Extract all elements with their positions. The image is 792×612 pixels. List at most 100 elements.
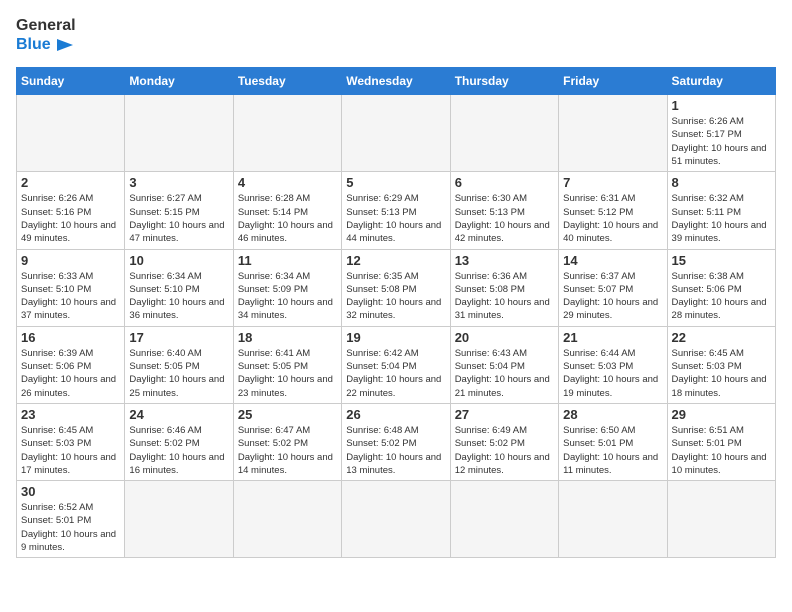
day-number: 17 [129, 330, 228, 345]
weekday-header-thursday: Thursday [450, 68, 558, 95]
calendar-cell [125, 95, 233, 172]
calendar-cell: 7Sunrise: 6:31 AMSunset: 5:12 PMDaylight… [559, 172, 667, 249]
day-info: Sunrise: 6:45 AMSunset: 5:03 PMDaylight:… [21, 424, 120, 477]
logo-blue-text: Blue [16, 36, 51, 54]
day-info: Sunrise: 6:30 AMSunset: 5:13 PMDaylight:… [455, 192, 554, 245]
day-info: Sunrise: 6:27 AMSunset: 5:15 PMDaylight:… [129, 192, 228, 245]
calendar-cell: 19 Sunrise: 6:42 AMSunset: 5:04 PMDayligh… [342, 326, 450, 403]
weekday-header-tuesday: Tuesday [233, 68, 341, 95]
calendar-cell: 30 Sunrise: 6:52 AMSunset: 5:01 PMDayligh… [17, 481, 125, 558]
day-number: 18 [238, 330, 337, 345]
weekday-header-row: SundayMondayTuesdayWednesdayThursdayFrid… [17, 68, 776, 95]
day-number: 11 [238, 253, 337, 268]
calendar-cell: 13 Sunrise: 6:36 AMSunset: 5:08 PMDayligh… [450, 249, 558, 326]
calendar-cell: 21Sunrise: 6:44 AMSunset: 5:03 PMDayligh… [559, 326, 667, 403]
calendar-cell: 8 Sunrise: 6:32 AMSunset: 5:11 PMDaylight… [667, 172, 775, 249]
day-info: Sunrise: 6:45 AMSunset: 5:03 PMDaylight:… [672, 347, 771, 400]
calendar-cell: 26 Sunrise: 6:48 AMSunset: 5:02 PMDayligh… [342, 403, 450, 480]
calendar-cell: 16 Sunrise: 6:39 AMSunset: 5:06 PMDayligh… [17, 326, 125, 403]
day-info: Sunrise: 6:34 AMSunset: 5:10 PMDaylight:… [129, 270, 228, 323]
day-number: 5 [346, 175, 445, 190]
calendar-table: SundayMondayTuesdayWednesdayThursdayFrid… [16, 67, 776, 558]
day-info: Sunrise: 6:50 AMSunset: 5:01 PMDaylight:… [563, 424, 662, 477]
day-info: Sunrise: 6:29 AMSunset: 5:13 PMDaylight:… [346, 192, 445, 245]
day-info: Sunrise: 6:42 AMSunset: 5:04 PMDaylight:… [346, 347, 445, 400]
calendar-cell: 20 Sunrise: 6:43 AMSunset: 5:04 PMDayligh… [450, 326, 558, 403]
day-number: 24 [129, 407, 228, 422]
day-info: Sunrise: 6:32 AMSunset: 5:11 PMDaylight:… [672, 192, 771, 245]
day-number: 26 [346, 407, 445, 422]
day-info: Sunrise: 6:49 AMSunset: 5:02 PMDaylight:… [455, 424, 554, 477]
day-number: 30 [21, 484, 120, 499]
day-info: Sunrise: 6:52 AMSunset: 5:01 PMDaylight:… [21, 501, 120, 554]
calendar-cell [559, 481, 667, 558]
calendar-cell: 1 Sunrise: 6:26 AMSunset: 5:17 PMDaylight… [667, 95, 775, 172]
calendar-row: 2 Sunrise: 6:26 AMSunset: 5:16 PMDaylight… [17, 172, 776, 249]
day-number: 21 [563, 330, 662, 345]
day-number: 14 [563, 253, 662, 268]
day-number: 9 [21, 253, 120, 268]
calendar-cell: 6Sunrise: 6:30 AMSunset: 5:13 PMDaylight… [450, 172, 558, 249]
day-info: Sunrise: 6:36 AMSunset: 5:08 PMDaylight:… [455, 270, 554, 323]
day-number: 7 [563, 175, 662, 190]
calendar-cell: 2 Sunrise: 6:26 AMSunset: 5:16 PMDaylight… [17, 172, 125, 249]
calendar-cell: 14Sunrise: 6:37 AMSunset: 5:07 PMDayligh… [559, 249, 667, 326]
calendar-cell: 4 Sunrise: 6:28 AMSunset: 5:14 PMDaylight… [233, 172, 341, 249]
calendar-cell [125, 481, 233, 558]
day-number: 25 [238, 407, 337, 422]
day-number: 29 [672, 407, 771, 422]
calendar-cell [233, 95, 341, 172]
weekday-header-monday: Monday [125, 68, 233, 95]
calendar-cell [559, 95, 667, 172]
day-number: 15 [672, 253, 771, 268]
day-number: 27 [455, 407, 554, 422]
calendar-cell: 5 Sunrise: 6:29 AMSunset: 5:13 PMDaylight… [342, 172, 450, 249]
calendar-cell [342, 481, 450, 558]
weekday-header-sunday: Sunday [17, 68, 125, 95]
day-info: Sunrise: 6:48 AMSunset: 5:02 PMDaylight:… [346, 424, 445, 477]
day-number: 22 [672, 330, 771, 345]
day-number: 20 [455, 330, 554, 345]
day-info: Sunrise: 6:39 AMSunset: 5:06 PMDaylight:… [21, 347, 120, 400]
calendar-row: 30 Sunrise: 6:52 AMSunset: 5:01 PMDayligh… [17, 481, 776, 558]
calendar-row: 9Sunrise: 6:33 AMSunset: 5:10 PMDaylight… [17, 249, 776, 326]
calendar-row: 23Sunrise: 6:45 AMSunset: 5:03 PMDayligh… [17, 403, 776, 480]
day-info: Sunrise: 6:43 AMSunset: 5:04 PMDaylight:… [455, 347, 554, 400]
calendar-row: 1 Sunrise: 6:26 AMSunset: 5:17 PMDaylight… [17, 95, 776, 172]
day-info: Sunrise: 6:47 AMSunset: 5:02 PMDaylight:… [238, 424, 337, 477]
logo-arrow-icon [55, 35, 75, 55]
day-number: 19 [346, 330, 445, 345]
day-info: Sunrise: 6:28 AMSunset: 5:14 PMDaylight:… [238, 192, 337, 245]
day-number: 13 [455, 253, 554, 268]
calendar-cell: 27 Sunrise: 6:49 AMSunset: 5:02 PMDayligh… [450, 403, 558, 480]
calendar-cell: 18 Sunrise: 6:41 AMSunset: 5:05 PMDayligh… [233, 326, 341, 403]
calendar-row: 16 Sunrise: 6:39 AMSunset: 5:06 PMDayligh… [17, 326, 776, 403]
calendar-cell [17, 95, 125, 172]
calendar-cell [667, 481, 775, 558]
day-number: 1 [672, 98, 771, 113]
calendar-cell [450, 95, 558, 172]
day-info: Sunrise: 6:26 AMSunset: 5:16 PMDaylight:… [21, 192, 120, 245]
calendar-cell: 17 Sunrise: 6:40 AMSunset: 5:05 PMDayligh… [125, 326, 233, 403]
calendar-cell: 15Sunrise: 6:38 AMSunset: 5:06 PMDayligh… [667, 249, 775, 326]
day-number: 2 [21, 175, 120, 190]
day-info: Sunrise: 6:26 AMSunset: 5:17 PMDaylight:… [672, 115, 771, 168]
calendar-cell: 25 Sunrise: 6:47 AMSunset: 5:02 PMDayligh… [233, 403, 341, 480]
day-info: Sunrise: 6:41 AMSunset: 5:05 PMDaylight:… [238, 347, 337, 400]
day-number: 4 [238, 175, 337, 190]
calendar-cell: 3Sunrise: 6:27 AMSunset: 5:15 PMDaylight… [125, 172, 233, 249]
calendar-cell: 22 Sunrise: 6:45 AMSunset: 5:03 PMDayligh… [667, 326, 775, 403]
day-number: 28 [563, 407, 662, 422]
day-number: 8 [672, 175, 771, 190]
page-header: General Blue [16, 16, 776, 55]
weekday-header-friday: Friday [559, 68, 667, 95]
weekday-header-wednesday: Wednesday [342, 68, 450, 95]
day-info: Sunrise: 6:40 AMSunset: 5:05 PMDaylight:… [129, 347, 228, 400]
calendar-cell [233, 481, 341, 558]
day-number: 12 [346, 253, 445, 268]
logo-general-text: General [16, 16, 76, 35]
calendar-cell: 28 Sunrise: 6:50 AMSunset: 5:01 PMDayligh… [559, 403, 667, 480]
calendar-cell: 10Sunrise: 6:34 AMSunset: 5:10 PMDayligh… [125, 249, 233, 326]
weekday-header-saturday: Saturday [667, 68, 775, 95]
day-number: 16 [21, 330, 120, 345]
